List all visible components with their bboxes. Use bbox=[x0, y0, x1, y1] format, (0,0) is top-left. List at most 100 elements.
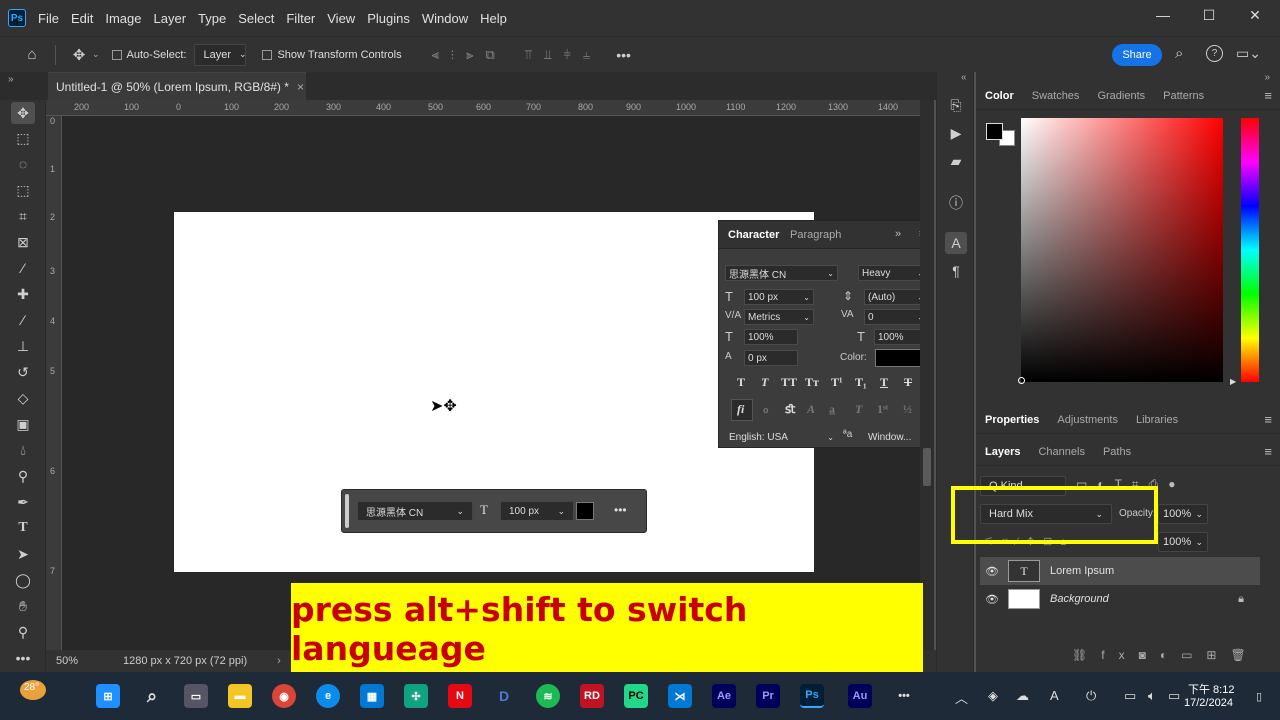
eyedropper-tool-icon[interactable]: ⁄ bbox=[11, 257, 35, 279]
netflix-icon[interactable]: N bbox=[448, 684, 472, 708]
panel-menu-icon[interactable]: ≡ bbox=[1264, 88, 1272, 103]
collapse-toolbar-icon[interactable]: » bbox=[8, 74, 14, 85]
all-caps-icon[interactable]: TT bbox=[781, 375, 797, 390]
tab-channels[interactable]: Channels bbox=[1029, 446, 1093, 458]
tab-properties[interactable]: Properties bbox=[976, 414, 1048, 426]
zoom-tool-icon[interactable]: ⚲ bbox=[11, 621, 35, 643]
paragraph-panel-icon[interactable]: ¶ bbox=[945, 260, 967, 282]
close-button[interactable]: ✕ bbox=[1232, 0, 1278, 30]
vertical-scrollbar[interactable] bbox=[920, 100, 934, 650]
tab-patterns[interactable]: Patterns bbox=[1154, 90, 1213, 102]
stamp-tool-icon[interactable]: ⊥ bbox=[11, 335, 35, 357]
visibility-eye-icon[interactable]: 👁︎ bbox=[985, 593, 1005, 606]
eraser-tool-icon[interactable]: ◇ bbox=[11, 387, 35, 409]
path-select-tool-icon[interactable]: ➤ bbox=[11, 543, 35, 565]
start-icon[interactable]: ⊞ bbox=[96, 684, 120, 708]
menu-type[interactable]: Type bbox=[192, 11, 232, 26]
scrollbar-thumb[interactable] bbox=[923, 448, 931, 486]
search-icon[interactable]: ⌕ bbox=[140, 684, 164, 708]
font-size-field[interactable]: 100 px ⌄ bbox=[744, 289, 814, 305]
titling-icon[interactable]: a̲ bbox=[829, 402, 835, 417]
layer-actions-icons[interactable]: ⛓fx◙◐▭⊞🗑︎ bbox=[1072, 648, 1260, 662]
align-icons[interactable]: ⫷⫶⫸⧉ bbox=[432, 47, 507, 63]
faux-italic-icon[interactable]: T bbox=[761, 375, 768, 390]
tab-color[interactable]: Color bbox=[976, 90, 1023, 102]
menu-select[interactable]: Select bbox=[232, 11, 280, 26]
menu-window[interactable]: Window bbox=[416, 11, 474, 26]
rider-icon[interactable]: RD bbox=[580, 684, 604, 708]
dodge-tool-icon[interactable]: ⚲ bbox=[11, 465, 35, 487]
spotify-icon[interactable]: ≋ bbox=[536, 684, 560, 708]
underline-icon[interactable]: T bbox=[880, 375, 888, 390]
healing-brush-icon[interactable]: ✚ bbox=[11, 283, 35, 305]
gradient-tool-icon[interactable]: ▣ bbox=[11, 413, 35, 435]
panel-menu-icon[interactable]: ≡ bbox=[1264, 444, 1272, 459]
faux-bold-icon[interactable]: T bbox=[737, 375, 745, 390]
swash-icon[interactable]: A bbox=[807, 402, 815, 417]
auto-select-dropdown[interactable]: Layer ⌄ bbox=[194, 43, 247, 66]
tab-layers[interactable]: Layers bbox=[976, 446, 1029, 458]
transform-controls-checkbox[interactable] bbox=[262, 49, 273, 60]
home-icon[interactable]: ⌂ bbox=[19, 46, 45, 63]
color-picker-cursor[interactable] bbox=[1018, 377, 1025, 384]
comments-icon[interactable]: ▰ bbox=[945, 150, 967, 172]
more-apps-icon[interactable]: ••• bbox=[892, 684, 916, 708]
old-style-icon[interactable]: ℴ bbox=[763, 402, 769, 417]
menu-edit[interactable]: Edit bbox=[65, 11, 99, 26]
info-icon[interactable]: ⓘ bbox=[945, 192, 967, 214]
tray-overflow-icon[interactable]: ︿ bbox=[955, 688, 968, 707]
notification-icon[interactable]: ▯ bbox=[1256, 690, 1262, 703]
chevron-right-icon[interactable]: › bbox=[277, 655, 281, 667]
panel-menu-icon[interactable]: ≡ bbox=[1264, 412, 1272, 427]
hue-slider[interactable] bbox=[1241, 118, 1259, 382]
tab-swatches[interactable]: Swatches bbox=[1023, 90, 1089, 102]
layer-row[interactable]: 👁︎ Background 🔒︎ bbox=[980, 585, 1260, 613]
kerning-field[interactable]: Metrics ⌄ bbox=[744, 309, 814, 325]
foreground-color-swatch[interactable] bbox=[986, 123, 1003, 140]
clock-date[interactable]: 17/2/2024 bbox=[1184, 697, 1233, 709]
vertical-scale-field[interactable]: 100% bbox=[744, 329, 798, 345]
workspace-icon[interactable]: ▭⌄ bbox=[1236, 45, 1261, 62]
font-family-select[interactable]: 思源黑体 CN ⌄ bbox=[357, 501, 473, 521]
tab-close-icon[interactable]: × bbox=[297, 80, 304, 94]
ime-icon[interactable]: A bbox=[1050, 688, 1059, 703]
chrome-icon[interactable]: ◉ bbox=[272, 684, 296, 708]
character-panel-icon[interactable]: A bbox=[945, 232, 967, 254]
hue-slider-handle[interactable]: ▶ bbox=[1230, 377, 1236, 386]
hand-tool-icon[interactable]: ✋︎ bbox=[11, 595, 35, 617]
object-select-tool-icon[interactable]: ⬚ bbox=[11, 179, 35, 201]
audition-icon[interactable]: Au bbox=[848, 684, 872, 708]
ordinal-icon[interactable]: 1ˢᵗ bbox=[877, 402, 888, 417]
distribute-icons[interactable]: ⫪⫫⫩⫨ bbox=[525, 47, 602, 63]
power-icon[interactable]: ⏻ bbox=[1086, 688, 1096, 704]
tab-gradients[interactable]: Gradients bbox=[1088, 90, 1154, 102]
text-color-swatch[interactable] bbox=[576, 502, 594, 520]
visibility-eye-icon[interactable]: 👁︎ bbox=[985, 565, 1005, 578]
marquee-tool-icon[interactable]: ⬚ bbox=[11, 127, 35, 149]
tray-app-icon[interactable]: ◈ bbox=[988, 688, 998, 704]
auto-select-checkbox[interactable] bbox=[111, 49, 122, 60]
premiere-icon[interactable]: Pr bbox=[756, 684, 780, 708]
strikethrough-icon[interactable]: T bbox=[904, 375, 912, 390]
collapse-panel-icon[interactable]: » bbox=[895, 228, 901, 240]
menu-layer[interactable]: Layer bbox=[148, 11, 193, 26]
photoshop-taskbar-icon[interactable]: Ps bbox=[800, 684, 824, 708]
menu-view[interactable]: View bbox=[321, 11, 361, 26]
more-tools-icon[interactable]: ••• bbox=[11, 647, 35, 669]
edge-icon[interactable]: e bbox=[316, 684, 340, 708]
zoom-level[interactable]: 50% bbox=[56, 655, 116, 667]
fill-field[interactable]: 100% ⌄ bbox=[1158, 532, 1208, 552]
ligatures-icon[interactable]: fi bbox=[737, 402, 744, 417]
layer-row[interactable]: 👁︎ T Lorem Ipsum bbox=[980, 557, 1260, 585]
font-style-field[interactable]: Heavy⌄ bbox=[858, 265, 928, 281]
help-icon[interactable]: ? bbox=[1206, 45, 1223, 62]
document-tab[interactable]: Untitled-1 @ 50% (Lorem Ipsum, RGB/8#) *… bbox=[48, 72, 306, 100]
maximize-button[interactable]: ☐ bbox=[1186, 0, 1232, 30]
battery-icon[interactable]: ▭ bbox=[1168, 688, 1180, 704]
menu-file[interactable]: File bbox=[32, 11, 65, 26]
tab-libraries[interactable]: Libraries bbox=[1127, 414, 1187, 426]
history-brush-icon[interactable]: ↺ bbox=[11, 361, 35, 383]
share-button[interactable]: Share bbox=[1112, 44, 1162, 66]
tracking-field[interactable]: 0⌄ bbox=[864, 309, 928, 325]
menu-filter[interactable]: Filter bbox=[280, 11, 321, 26]
